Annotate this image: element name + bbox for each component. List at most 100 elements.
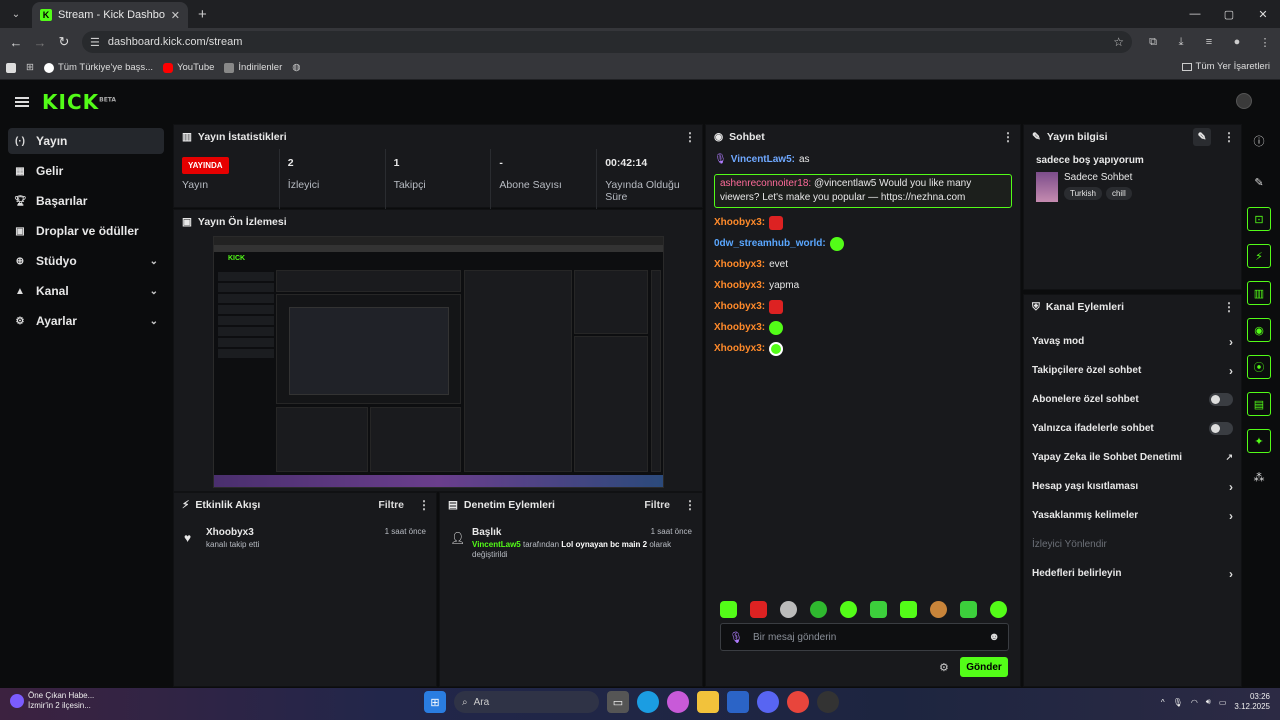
share-icon[interactable]: ⁂ [1247, 465, 1271, 489]
highlighted-chat-message[interactable]: ashenreconnoiter18: @vincentlaw5 Would y… [714, 174, 1012, 208]
send-button[interactable]: Gönder [960, 657, 1008, 677]
taskbar-search[interactable]: ⌕ Ara [454, 691, 599, 713]
emoji-icon[interactable]: ☻ [988, 631, 1000, 643]
discord-icon[interactable] [757, 691, 779, 713]
hamburger-menu-icon[interactable] [15, 97, 29, 107]
chat-message[interactable]: 0dw_streamhub_world: [714, 237, 1012, 251]
emote-icon[interactable] [870, 601, 887, 618]
action-followers-only[interactable]: Takipçilere özel sohbet › [1024, 356, 1241, 385]
tag[interactable]: chill [1105, 187, 1132, 200]
wifi-icon[interactable]: ◠ [1191, 698, 1198, 707]
sidebar-item-yayin[interactable]: (·) Yayın [8, 128, 164, 154]
tray-chevron-icon[interactable]: ^ [1161, 698, 1165, 707]
chat-message[interactable]: Xhoobyx3: evet [714, 258, 1012, 272]
store-icon[interactable] [727, 691, 749, 713]
mic-icon[interactable]: 🎙︎ [1173, 698, 1183, 707]
tag[interactable]: Turkish [1064, 187, 1102, 200]
action-account-age[interactable]: Hesap yaşı kısıtlaması › [1024, 472, 1241, 501]
scan-icon[interactable]: ⊡ [1247, 207, 1271, 231]
emote-icon[interactable] [810, 601, 827, 618]
chat-message[interactable]: Xhoobyx3: [714, 216, 1012, 230]
back-icon[interactable]: ← [4, 30, 28, 54]
stream-preview-video[interactable]: KICK [213, 236, 664, 488]
url-bar[interactable]: ☰ dashboard.kick.com/stream ☆ [82, 31, 1132, 53]
globe-icon[interactable]: ◍ [292, 62, 300, 73]
volume-icon[interactable]: 🔊︎ [1206, 697, 1211, 707]
file-explorer-icon[interactable] [697, 691, 719, 713]
layout-icon[interactable]: ▤ [1247, 392, 1271, 416]
media-icon[interactable]: ≡ [1198, 31, 1220, 53]
sidebar-item-ayarlar[interactable]: ⚙ Ayarlar ⌄ [8, 308, 164, 334]
tab-search-icon[interactable]: ⌄ [4, 3, 28, 25]
chrome-icon[interactable] [787, 691, 809, 713]
action-ai-moderation[interactable]: Yapay Zeka ile Sohbet Denetimi ↗ [1024, 443, 1241, 472]
close-window-icon[interactable]: ✕ [1246, 0, 1280, 28]
sidebar-item-kanal[interactable]: ▲ Kanal ⌄ [8, 278, 164, 304]
profile-icon[interactable]: ● [1226, 31, 1248, 53]
emote-icon[interactable] [720, 601, 737, 618]
action-set-goals[interactable]: Hedefleri belirleyin › [1024, 559, 1241, 588]
new-tab-icon[interactable]: + [198, 6, 207, 23]
bookmark-1[interactable]: Tüm Türkiye'ye başs... [43, 62, 153, 73]
more-options-icon[interactable]: ⋮ [1223, 130, 1235, 144]
lightning-icon[interactable]: ⚡︎ [1247, 244, 1271, 268]
chat-message[interactable]: Xhoobyx3: [714, 300, 1012, 314]
chat-input[interactable]: 🎙︎ Bir mesaj gönderin ☻ [720, 623, 1009, 651]
broadcast-icon[interactable]: ⦿ [1247, 355, 1271, 379]
emote-icon[interactable] [930, 601, 947, 618]
chat-message[interactable]: Xhoobyx3: yapma [714, 279, 1012, 293]
filter-button[interactable]: Filtre [378, 499, 404, 511]
bookmark-star-icon[interactable]: ☆ [1113, 35, 1124, 49]
more-options-icon[interactable]: ⋮ [684, 130, 696, 144]
chat-message[interactable]: Xhoobyx3: [714, 321, 1012, 335]
emote-icon[interactable] [840, 601, 857, 618]
copilot-icon[interactable] [667, 691, 689, 713]
pencil-icon[interactable]: ✎ [1247, 170, 1271, 194]
sidebar-item-droplar[interactable]: ▣ Droplar ve ödüller [8, 218, 164, 244]
info-icon[interactable]: ⓘ [1247, 129, 1271, 153]
news-widget[interactable]: Öne Çıkan Habe... İzmir'in 2 ilçesin... [8, 691, 128, 711]
filter-button[interactable]: Filtre [644, 499, 670, 511]
more-options-icon[interactable]: ⋮ [1002, 130, 1014, 144]
chat-message[interactable]: Xhoobyx3: [714, 342, 1012, 356]
menu-icon[interactable]: ⋮ [1254, 31, 1276, 53]
obs-icon[interactable] [817, 691, 839, 713]
chat-settings-icon[interactable]: ⚙ [939, 661, 949, 674]
forward-icon[interactable]: → [28, 30, 52, 54]
chat-message[interactable]: 🎙︎ VincentLaw5: as [714, 153, 1012, 167]
action-slow-mode[interactable]: Yavaş mod › [1024, 327, 1241, 356]
chat-icon[interactable]: ◉ [1247, 318, 1271, 342]
bookmark-downloads[interactable]: İndirilenler [224, 62, 282, 73]
emote-icon[interactable] [960, 601, 977, 618]
taskbar-clock[interactable]: 03:26 3.12.2025 [1234, 692, 1270, 712]
browser-tab[interactable]: K Stream - Kick Dashboard ✕ [32, 2, 188, 28]
bookmark-youtube[interactable]: YouTube [163, 62, 214, 73]
more-options-icon[interactable]: ⋮ [418, 498, 430, 512]
reload-icon[interactable]: ↻ [52, 30, 76, 54]
sidebar-item-gelir[interactable]: ▦ Gelir [8, 158, 164, 184]
emotes-only-toggle[interactable] [1209, 422, 1233, 435]
all-bookmarks[interactable]: Tüm Yer İşaretleri [1181, 61, 1270, 72]
emote-icon[interactable] [990, 601, 1007, 618]
edge-icon[interactable] [637, 691, 659, 713]
clipboard-icon[interactable]: ▥ [1247, 281, 1271, 305]
avatar[interactable] [1236, 93, 1252, 109]
emote-icon[interactable] [900, 601, 917, 618]
url-text[interactable]: dashboard.kick.com/stream [108, 36, 1105, 48]
emote-icon[interactable] [750, 601, 767, 618]
apps-icon[interactable] [6, 62, 16, 73]
sidebar-item-studyo[interactable]: ⊕ Stüdyo ⌄ [8, 248, 164, 274]
maximize-icon[interactable]: ▢ [1212, 0, 1246, 28]
emote-icon[interactable] [780, 601, 797, 618]
close-tab-icon[interactable]: ✕ [171, 9, 180, 22]
download-icon[interactable]: ⤓ [1170, 31, 1192, 53]
battery-icon[interactable]: ▭ [1219, 698, 1227, 707]
more-options-icon[interactable]: ⋮ [1223, 300, 1235, 314]
more-options-icon[interactable]: ⋮ [684, 498, 696, 512]
edit-icon[interactable]: ✎ [1193, 128, 1211, 146]
action-banned-words[interactable]: Yasaklanmış kelimeler › [1024, 501, 1241, 530]
grid-icon[interactable]: ⊞ [26, 62, 34, 73]
windows-start-icon[interactable]: ⊞ [424, 691, 446, 713]
sidebar-item-basarilar[interactable]: 🏆︎ Başarılar [8, 188, 164, 214]
task-view-icon[interactable]: ▭ [607, 691, 629, 713]
